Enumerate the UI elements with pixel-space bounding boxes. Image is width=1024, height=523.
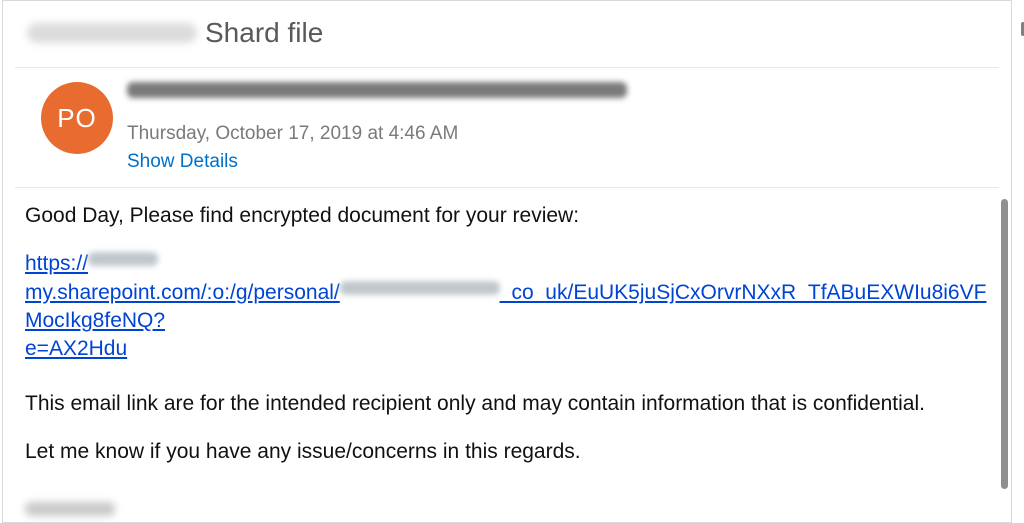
- avatar: PO: [41, 82, 113, 154]
- body-link-block: https:// my.sharepoint.com/:o:/g/persona…: [25, 250, 995, 363]
- body-greeting: Good Day, Please find encrypted document…: [25, 202, 995, 230]
- email-date: Thursday, October 17, 2019 at 4:46 AM: [127, 123, 993, 145]
- email-header: PO Thursday, October 17, 2019 at 4:46 AM…: [3, 68, 1011, 187]
- email-message: Shard file PO Thursday, October 17, 2019…: [2, 0, 1012, 523]
- redacted-url-user: [340, 279, 500, 307]
- scrollbar-thumb[interactable]: [1001, 199, 1008, 489]
- body-closing: Let me know if you have any issue/concer…: [25, 438, 995, 466]
- redacted-sender-address: [127, 82, 627, 98]
- subject-row: Shard file: [3, 1, 1011, 67]
- signature-block: Executive Board Member & Managing Direct…: [25, 496, 995, 523]
- redacted-sender-prefix: [27, 23, 197, 43]
- show-details-link[interactable]: Show Details: [127, 151, 993, 173]
- email-body: Good Day, Please find encrypted document…: [3, 188, 1011, 523]
- sharepoint-link[interactable]: https:// my.sharepoint.com/:o:/g/persona…: [25, 252, 986, 360]
- sender-row: [127, 82, 993, 103]
- redacted-url-host: [88, 250, 158, 278]
- redacted-signature-name: [25, 502, 115, 516]
- email-subject: Shard file: [205, 17, 323, 49]
- body-disclaimer: This email link are for the intended rec…: [25, 390, 995, 418]
